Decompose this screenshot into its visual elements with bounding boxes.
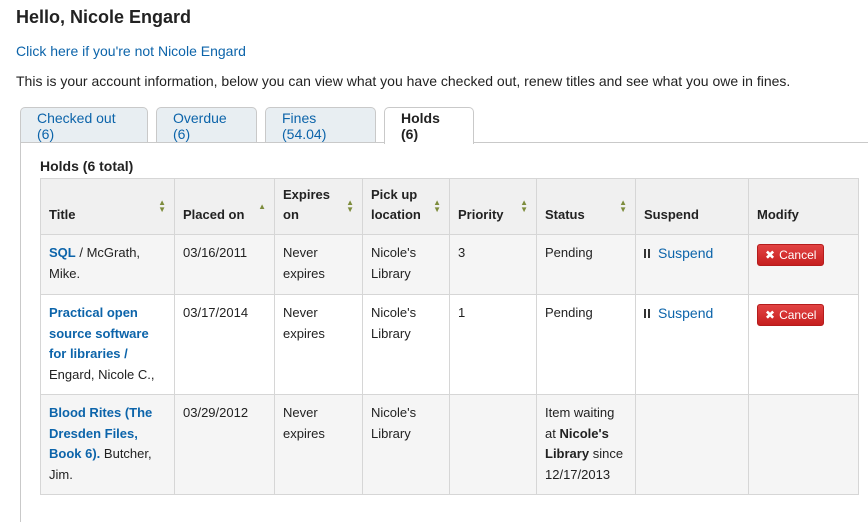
column-header-modify: Modify — [748, 178, 859, 235]
sort-arrows-icon: ▲ ▼ — [346, 198, 354, 214]
suspend-label: Suspend — [658, 245, 714, 261]
sort-asc-icon: ▲ — [258, 202, 266, 211]
table-row: SQL / McGrath, Mike. 03/16/2011 Never ex… — [40, 234, 859, 295]
sort-arrows-icon: ▲ ▼ — [433, 198, 441, 214]
cell-expires-text: Never expires — [283, 245, 325, 281]
cell-pickup: Nicole's Library — [362, 294, 450, 395]
column-header-expires-on[interactable]: Expires on ▲ ▼ — [274, 178, 363, 235]
cell-pickup-text: Nicole's Library — [371, 405, 417, 441]
sort-arrows-icon: ▲ ▼ — [619, 198, 627, 214]
title-separator: / — [75, 245, 87, 260]
hold-title-link[interactable]: Practical open source software for libra… — [49, 305, 149, 361]
tab-checked-out[interactable]: Checked out (6) — [20, 107, 148, 143]
cell-priority — [449, 394, 537, 495]
cell-placed-on: 03/17/2014 — [174, 294, 275, 395]
cell-expires: Never expires — [274, 294, 363, 395]
page-title: Hello, Nicole Engard — [16, 7, 192, 27]
cell-priority: 1 — [449, 294, 537, 395]
column-header-pickup[interactable]: Pick up location ▲ ▼ — [362, 178, 450, 235]
cell-pickup-text: Nicole's Library — [371, 305, 417, 341]
cell-expires: Never expires — [274, 394, 363, 495]
cell-modify: ✖ Cancel — [748, 234, 859, 295]
column-header-suspend-label: Suspend — [644, 207, 699, 222]
cell-expires: Never expires — [274, 234, 363, 295]
cell-title: Practical open source software for libra… — [40, 294, 175, 395]
tab-overdue[interactable]: Overdue (6) — [156, 107, 257, 143]
holds-heading: Holds (6 total) — [40, 158, 134, 174]
holds-panel: Holds (6 total) Title ▲ ▼ Placed on ▲ Exp… — [20, 142, 868, 522]
not-me-link[interactable]: Click here if you're not Nicole Engard — [16, 43, 246, 59]
column-header-status-label: Status — [545, 207, 585, 222]
tab-holds[interactable]: Holds (6) — [384, 107, 474, 144]
hold-author: Engard, Nicole C., — [49, 366, 155, 382]
cancel-button[interactable]: ✖ Cancel — [757, 244, 825, 266]
cell-modify — [748, 394, 859, 495]
close-icon: ✖ — [765, 308, 776, 322]
column-header-modify-label: Modify — [757, 207, 799, 222]
close-icon: ✖ — [765, 248, 776, 262]
column-header-expires-on-label: Expires on — [283, 187, 330, 222]
cell-suspend — [635, 394, 749, 495]
cell-suspend: Suspend — [635, 234, 749, 295]
column-header-priority[interactable]: Priority ▲ ▼ — [449, 178, 537, 235]
cell-placed-on: 03/16/2011 — [174, 234, 275, 295]
sort-arrows-icon: ▲ ▼ — [158, 198, 166, 214]
table-header-row: Title ▲ ▼ Placed on ▲ Expires on ▲ ▼ Pick … — [40, 178, 859, 235]
column-header-priority-label: Priority — [458, 207, 504, 222]
suspend-link[interactable]: Suspend — [644, 243, 713, 264]
suspend-label: Suspend — [658, 305, 714, 321]
cell-status: Pending — [536, 234, 636, 295]
pause-icon — [644, 248, 650, 258]
cell-expires-text: Never expires — [283, 405, 325, 441]
cell-pickup: Nicole's Library — [362, 394, 450, 495]
sort-arrows-icon: ▲ ▼ — [520, 198, 528, 214]
column-header-placed-on[interactable]: Placed on ▲ — [174, 178, 275, 235]
cell-pickup-text: Nicole's Library — [371, 245, 417, 281]
column-header-suspend: Suspend — [635, 178, 749, 235]
cell-status: Pending — [536, 294, 636, 395]
table-row: Practical open source software for libra… — [40, 294, 859, 395]
cell-suspend: Suspend — [635, 294, 749, 395]
pause-icon — [644, 308, 650, 318]
tab-fines[interactable]: Fines (54.04) — [265, 107, 376, 143]
column-header-pickup-label: Pick up location — [371, 187, 421, 222]
account-tabs: Checked out (6) Overdue (6) Fines (54.04… — [20, 107, 482, 144]
cell-modify: ✖ Cancel — [748, 294, 859, 395]
cell-expires-text: Never expires — [283, 305, 325, 341]
column-header-title-label: Title — [49, 207, 76, 222]
column-header-title[interactable]: Title ▲ ▼ — [40, 178, 175, 235]
cell-title: Blood Rites (The Dresden Files, Book 6).… — [40, 394, 175, 495]
hold-title-link[interactable]: SQL — [49, 245, 76, 260]
holds-table: Title ▲ ▼ Placed on ▲ Expires on ▲ ▼ Pick … — [40, 178, 859, 495]
cell-title: SQL / McGrath, Mike. — [40, 234, 175, 295]
column-header-placed-on-label: Placed on — [183, 207, 245, 222]
cell-pickup: Nicole's Library — [362, 234, 450, 295]
table-row: Blood Rites (The Dresden Files, Book 6).… — [40, 394, 859, 495]
intro-text: This is your account information, below … — [16, 73, 791, 89]
cancel-label: Cancel — [779, 248, 817, 262]
cell-placed-on: 03/29/2012 — [174, 394, 275, 495]
cell-status: Item waiting at Nicole's Library since 1… — [536, 394, 636, 495]
cancel-button[interactable]: ✖ Cancel — [757, 304, 825, 326]
column-header-status[interactable]: Status ▲ ▼ — [536, 178, 636, 235]
suspend-link[interactable]: Suspend — [644, 303, 713, 324]
cancel-label: Cancel — [779, 308, 817, 322]
cell-priority: 3 — [449, 234, 537, 295]
